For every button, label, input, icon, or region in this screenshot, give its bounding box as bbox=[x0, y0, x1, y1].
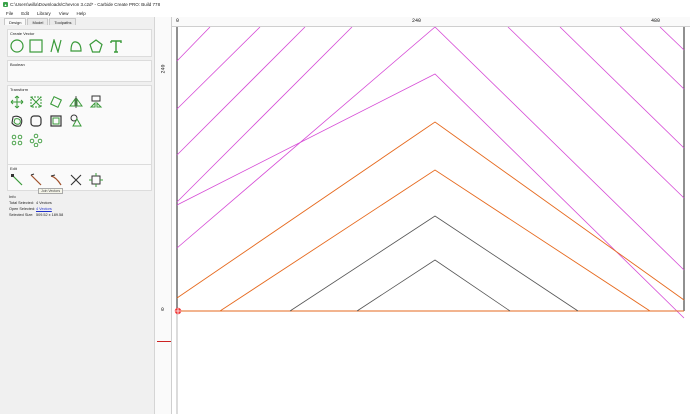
circle-tool-icon[interactable] bbox=[9, 38, 25, 54]
mirror-icon[interactable] bbox=[68, 94, 84, 110]
title-bar: ▴ C:\Users\willa\Downloads\Chevron 3.c2d… bbox=[0, 0, 690, 9]
left-panel: Design Model Toolpaths Create Vector Boo… bbox=[0, 17, 155, 414]
magenta-chevron-4-left bbox=[176, 26, 353, 203]
close-vector-icon[interactable] bbox=[88, 172, 104, 188]
polygon-tool-icon[interactable] bbox=[88, 38, 104, 54]
horizontal-ruler[interactable]: 0 240 480 bbox=[172, 17, 690, 27]
outline-icon[interactable] bbox=[48, 113, 64, 129]
magenta-chevron-1-left bbox=[176, 26, 211, 62]
design-canvas[interactable] bbox=[172, 26, 690, 414]
rotate-icon[interactable] bbox=[48, 94, 64, 110]
menu-help[interactable]: Help bbox=[72, 11, 89, 16]
trim-icon[interactable] bbox=[28, 172, 44, 188]
total-selected-label: Total Selected: bbox=[9, 201, 34, 205]
magenta-chevron-2-right bbox=[619, 26, 685, 90]
window-title: C:\Users\willa\Downloads\Chevron 3.c2d* … bbox=[10, 2, 161, 7]
gray-chevrons bbox=[289, 215, 579, 312]
menu-bar: File Edit Library View Help bbox=[0, 9, 690, 17]
text-tool-icon[interactable] bbox=[108, 38, 124, 54]
magenta-chevron-1-right bbox=[559, 26, 685, 149]
menu-file[interactable]: File bbox=[2, 11, 17, 16]
orange-chevron-1 bbox=[176, 121, 685, 301]
canvas-drawing bbox=[174, 26, 685, 414]
tab-toolpaths[interactable]: Toolpaths bbox=[49, 18, 77, 25]
selected-size-value: 509.52 x 189.58 bbox=[36, 213, 64, 217]
vertical-ruler[interactable]: 240 0 bbox=[155, 17, 172, 414]
h-tick-480: 480 bbox=[651, 18, 661, 24]
magenta-chevron-4-right bbox=[659, 26, 685, 51]
section-title-info: Info bbox=[9, 194, 16, 199]
fillet-icon[interactable] bbox=[28, 113, 44, 129]
array-circular-icon[interactable] bbox=[28, 132, 44, 148]
section-title-create-vector: Create Vector bbox=[10, 31, 35, 36]
origin-icon bbox=[174, 307, 182, 315]
cursor-marker-v bbox=[157, 341, 171, 342]
align-icon[interactable] bbox=[88, 94, 104, 110]
orange-chevron-2 bbox=[219, 169, 651, 312]
curve-tool-icon[interactable] bbox=[68, 38, 84, 54]
open-selected-label: Open Selected: bbox=[9, 207, 36, 211]
panel-tabs: Design Model Toolpaths bbox=[0, 17, 154, 25]
h-tick-240: 240 bbox=[412, 18, 422, 24]
section-title-transform: Transform bbox=[10, 87, 29, 92]
open-selected-link[interactable]: 4 Vectors bbox=[36, 207, 52, 211]
section-title-edit: Edit bbox=[10, 166, 17, 171]
rectangle-tool-icon[interactable] bbox=[28, 38, 44, 54]
cut-icon[interactable] bbox=[68, 172, 84, 188]
app-window: ▴ C:\Users\willa\Downloads\Chevron 3.c2d… bbox=[0, 0, 690, 414]
h-tick-0: 0 bbox=[176, 18, 180, 24]
menu-edit[interactable]: Edit bbox=[17, 11, 33, 16]
shape-convert-icon[interactable] bbox=[68, 113, 84, 129]
menu-library[interactable]: Library bbox=[33, 11, 55, 16]
magenta-chevron-2-left bbox=[176, 26, 261, 110]
boolean-section: Boolean bbox=[7, 60, 152, 82]
tab-design[interactable]: Design bbox=[4, 18, 27, 25]
join-vectors-icon[interactable] bbox=[48, 172, 64, 188]
selected-size-label: Selected Size: bbox=[9, 213, 34, 217]
gray-chevron-1 bbox=[289, 215, 579, 312]
array-grid-icon[interactable] bbox=[9, 132, 25, 148]
resize-icon[interactable] bbox=[28, 94, 44, 110]
tab-model[interactable]: Model bbox=[27, 18, 49, 25]
v-tick-0: 0 bbox=[161, 307, 165, 313]
info-section: Info Total Selected: 4 Vectors Open Sele… bbox=[7, 193, 152, 225]
orange-chevrons bbox=[176, 121, 685, 312]
section-title-boolean: Boolean bbox=[10, 62, 25, 67]
gray-chevron-2 bbox=[356, 259, 511, 312]
create-vector-section: Create Vector bbox=[7, 29, 152, 57]
move-icon[interactable] bbox=[9, 94, 25, 110]
v-tick-240: 240 bbox=[160, 64, 167, 74]
app-icon: ▴ bbox=[3, 2, 8, 7]
magenta-chevron-3-right bbox=[507, 26, 685, 199]
offset-icon[interactable] bbox=[9, 113, 25, 129]
join-vectors-tooltip: Join Vectors bbox=[38, 188, 64, 194]
total-selected-value: 4 Vectors bbox=[36, 201, 52, 205]
magenta-chevron-5 bbox=[176, 26, 685, 271]
polyline-tool-icon[interactable] bbox=[48, 38, 64, 54]
menu-view[interactable]: View bbox=[55, 11, 73, 16]
node-edit-icon[interactable] bbox=[9, 172, 25, 188]
edit-section: Edit bbox=[7, 164, 152, 191]
